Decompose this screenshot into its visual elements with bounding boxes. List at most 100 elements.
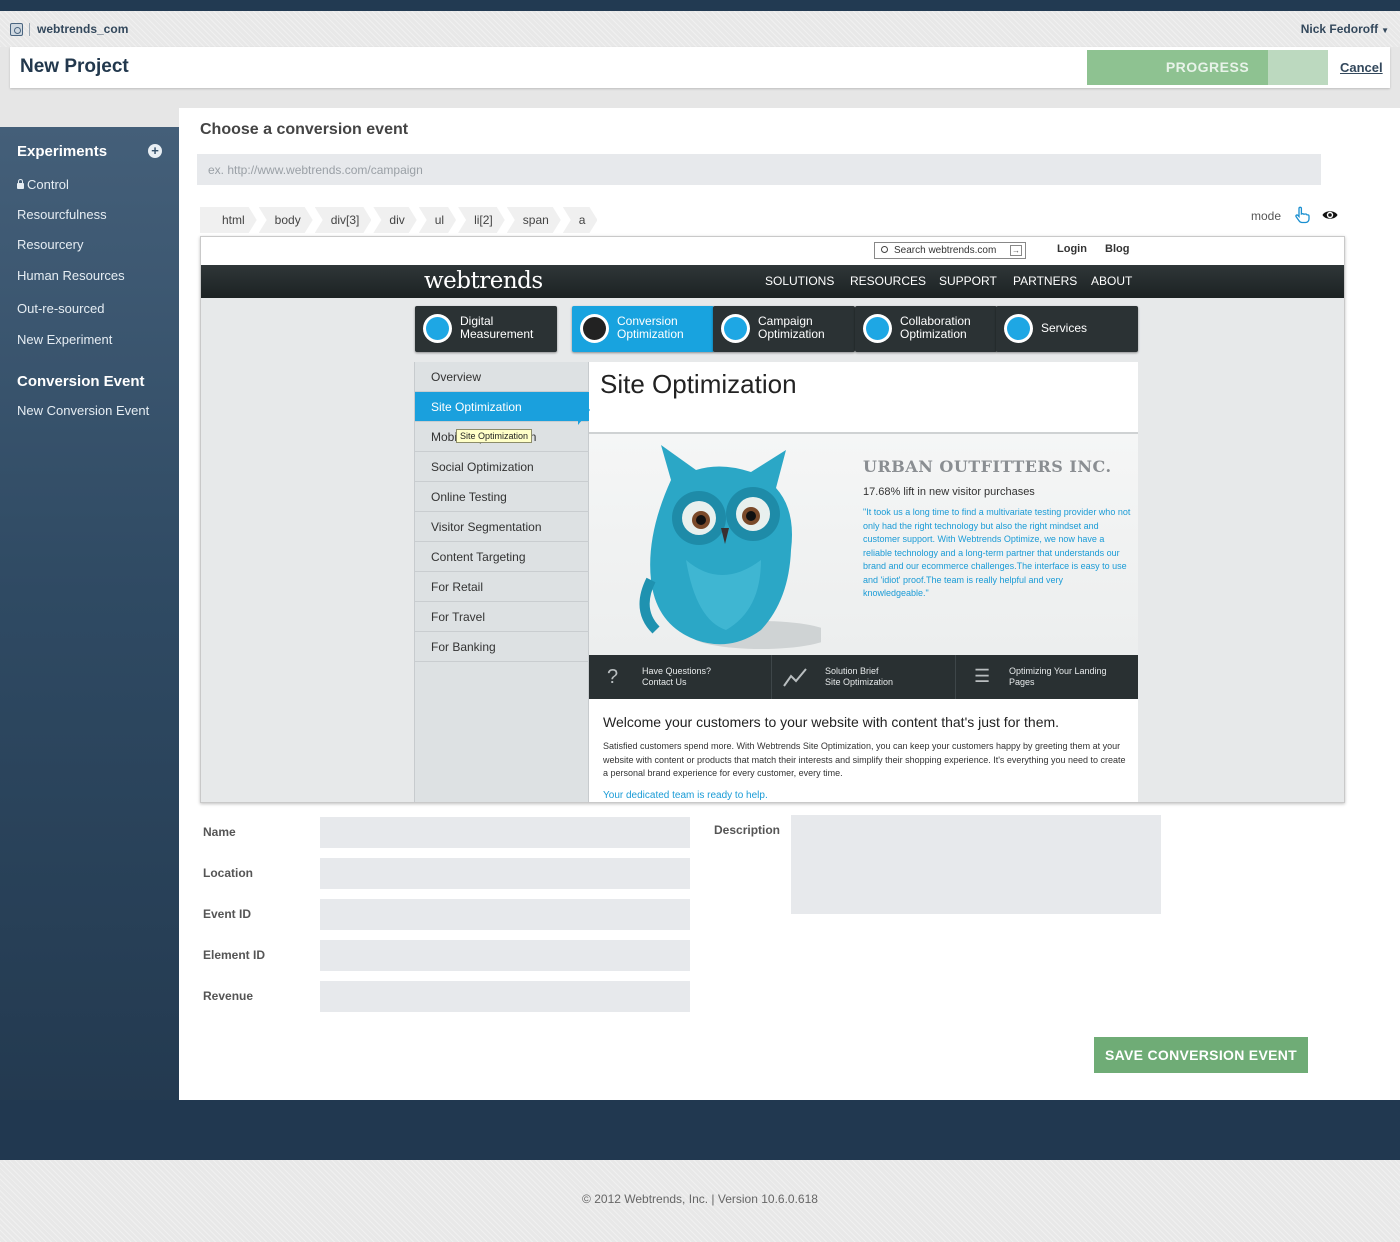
section-title: Choose a conversion event: [200, 121, 409, 138]
chevron-down-icon: ▼: [1381, 26, 1389, 35]
sidebar-item-resourcfulness[interactable]: Resourcfulness: [17, 207, 107, 222]
cta-label: Solution Brief Site Optimization: [825, 666, 894, 687]
top-accent-bar: [0, 0, 1400, 11]
event-id-label: Event ID: [203, 907, 252, 921]
preview-menu-online-testing[interactable]: Online Testing: [415, 482, 589, 512]
lock-icon: [17, 179, 24, 189]
preview-search-text: Search webtrends.com: [894, 245, 997, 256]
page-preview[interactable]: Search webtrends.com → Login Blog webtre…: [200, 236, 1345, 803]
tile-conversion-optimization[interactable]: Conversion Optimization: [572, 306, 714, 352]
eye-icon[interactable]: [1322, 209, 1338, 221]
breadcrumb-item[interactable]: li[2]: [458, 207, 505, 233]
user-name: Nick Fedoroff: [1300, 22, 1379, 36]
element-id-label: Element ID: [203, 948, 266, 962]
element-tooltip: Site Optimization: [456, 429, 533, 443]
tile-digital-measurement[interactable]: Digital Measurement: [415, 306, 557, 352]
tile-label: Services: [1041, 321, 1088, 335]
arrow-right-icon[interactable]: →: [1010, 245, 1022, 256]
preview-menu-for-travel[interactable]: For Travel: [415, 602, 589, 632]
tile-label: Digital Measurement: [460, 314, 534, 341]
preview-menu-site-optimization[interactable]: Site Optimization: [415, 392, 589, 422]
preview-team-link[interactable]: Your dedicated team is ready to help.: [603, 790, 768, 801]
active-menu-pointer: [578, 395, 590, 425]
search-icon: [881, 246, 888, 253]
preview-heading: Site Optimization: [600, 369, 797, 399]
element-id-field[interactable]: [320, 940, 690, 971]
camera-icon[interactable]: [10, 23, 23, 36]
cancel-link[interactable]: Cancel: [1340, 60, 1383, 75]
tile-label: Collaboration Optimization: [900, 314, 971, 341]
sidebar-item-control[interactable]: Control: [17, 177, 69, 192]
preview-menu-social-optimization[interactable]: Social Optimization: [415, 452, 589, 482]
revenue-field[interactable]: [320, 981, 690, 1012]
preview-nav: webtrends SOLUTIONS RESOURCES SUPPORT PA…: [201, 265, 1344, 298]
preview-content: Site Optimization URBAN OUTFITTERS INC. …: [589, 362, 1138, 802]
tile-campaign-optimization[interactable]: Campaign Optimization: [713, 306, 855, 352]
tile-label: Conversion Optimization: [617, 314, 684, 341]
line-chart-icon: [783, 668, 807, 687]
preview-lift-stat: 17.68% lift in new visitor purchases: [863, 486, 1035, 498]
preview-login-link[interactable]: Login: [1057, 243, 1087, 255]
tile-collaboration-optimization[interactable]: Collaboration Optimization: [855, 306, 997, 352]
preview-nav-about[interactable]: ABOUT: [1091, 274, 1132, 288]
preview-menu-visitor-segmentation[interactable]: Visitor Segmentation: [415, 512, 589, 542]
preview-nav-resources[interactable]: RESOURCES: [850, 274, 926, 288]
breadcrumb-item[interactable]: span: [507, 207, 561, 233]
footer-text: © 2012 Webtrends, Inc. | Version 10.6.0.…: [582, 1192, 818, 1206]
sidebar-item-human-resources[interactable]: Human Resources: [17, 268, 125, 283]
preview-cta-contact[interactable]: ? Have Questions? Contact Us: [589, 655, 772, 699]
revenue-label: Revenue: [203, 989, 254, 1003]
breadcrumb-item[interactable]: div[3]: [315, 207, 372, 233]
preview-search-box[interactable]: Search webtrends.com →: [874, 242, 1026, 259]
webtrends-logo[interactable]: webtrends: [424, 268, 543, 294]
preview-body-text: Satisfied customers spend more. With Web…: [603, 741, 1126, 778]
url-input[interactable]: [197, 154, 1321, 185]
list-icon: ☰: [974, 666, 991, 686]
location-field[interactable]: [320, 858, 690, 889]
breadcrumb: html body div[3] div ul li[2] span a: [200, 207, 599, 233]
chart-icon: [423, 314, 452, 343]
preview-cta-strip: ? Have Questions? Contact Us Solution Bri…: [589, 655, 1138, 699]
preview-cta-landing-pages[interactable]: ☰ Optimizing Your Landing Pages: [956, 655, 1138, 699]
sidebar-item-new-conversion-event[interactable]: New Conversion Event: [17, 403, 149, 418]
save-conversion-event-button[interactable]: SAVE CONVERSION EVENT: [1094, 1037, 1308, 1073]
preview-nav-partners[interactable]: PARTNERS: [1013, 274, 1077, 288]
name-field[interactable]: [320, 817, 690, 848]
breadcrumb-item[interactable]: html: [200, 207, 257, 233]
breadcrumb-item[interactable]: ul: [419, 207, 456, 233]
tile-services[interactable]: Services: [996, 306, 1138, 352]
preview-blog-link[interactable]: Blog: [1105, 243, 1129, 255]
project-header: New Project PROGRESS Cancel: [10, 47, 1390, 88]
breadcrumb-item[interactable]: a: [563, 207, 598, 233]
preview-menu-overview[interactable]: Overview: [415, 362, 589, 392]
breadcrumb-item[interactable]: div: [373, 207, 416, 233]
description-field[interactable]: [791, 815, 1161, 914]
monitor-icon: [580, 314, 609, 343]
preview-menu-for-retail[interactable]: For Retail: [415, 572, 589, 602]
arrows-icon: [721, 314, 750, 343]
pointer-hand-icon[interactable]: [1293, 206, 1311, 224]
preview-nav-solutions[interactable]: SOLUTIONS: [765, 274, 834, 288]
preview-utility-bar: Search webtrends.com → Login Blog: [201, 237, 1344, 265]
preview-hero: URBAN OUTFITTERS INC. 17.68% lift in new…: [589, 432, 1138, 655]
cube-icon: [863, 314, 892, 343]
page-title: New Project: [20, 56, 129, 77]
conversion-header: Conversion Event: [17, 373, 145, 390]
sidebar-item-resourcery[interactable]: Resourcery: [17, 237, 83, 252]
user-menu[interactable]: Nick Fedoroff ▼: [1301, 22, 1389, 36]
preview-company-name: URBAN OUTFITTERS INC.: [863, 457, 1112, 476]
sidebar-item-out-re-sourced[interactable]: Out-re-sourced: [17, 301, 104, 316]
add-experiment-icon[interactable]: +: [148, 144, 162, 158]
preview-cta-solution-brief[interactable]: Solution Brief Site Optimization: [772, 655, 956, 699]
preview-nav-support[interactable]: SUPPORT: [939, 274, 997, 288]
progress-bar: PROGRESS: [1087, 50, 1328, 85]
breadcrumb-item[interactable]: body: [259, 207, 313, 233]
cta-label: Optimizing Your Landing Pages: [1009, 666, 1107, 687]
brand-row: webtrends_com Nick Fedoroff ▼: [0, 11, 1400, 47]
preview-menu-content-targeting[interactable]: Content Targeting: [415, 542, 589, 572]
account-name[interactable]: webtrends_com: [37, 22, 128, 36]
sidebar-item-new-experiment[interactable]: New Experiment: [17, 332, 112, 347]
event-id-field[interactable]: [320, 899, 690, 930]
preview-welcome-heading: Welcome your customers to your website w…: [603, 714, 1060, 730]
preview-menu-for-banking[interactable]: For Banking: [415, 632, 589, 662]
